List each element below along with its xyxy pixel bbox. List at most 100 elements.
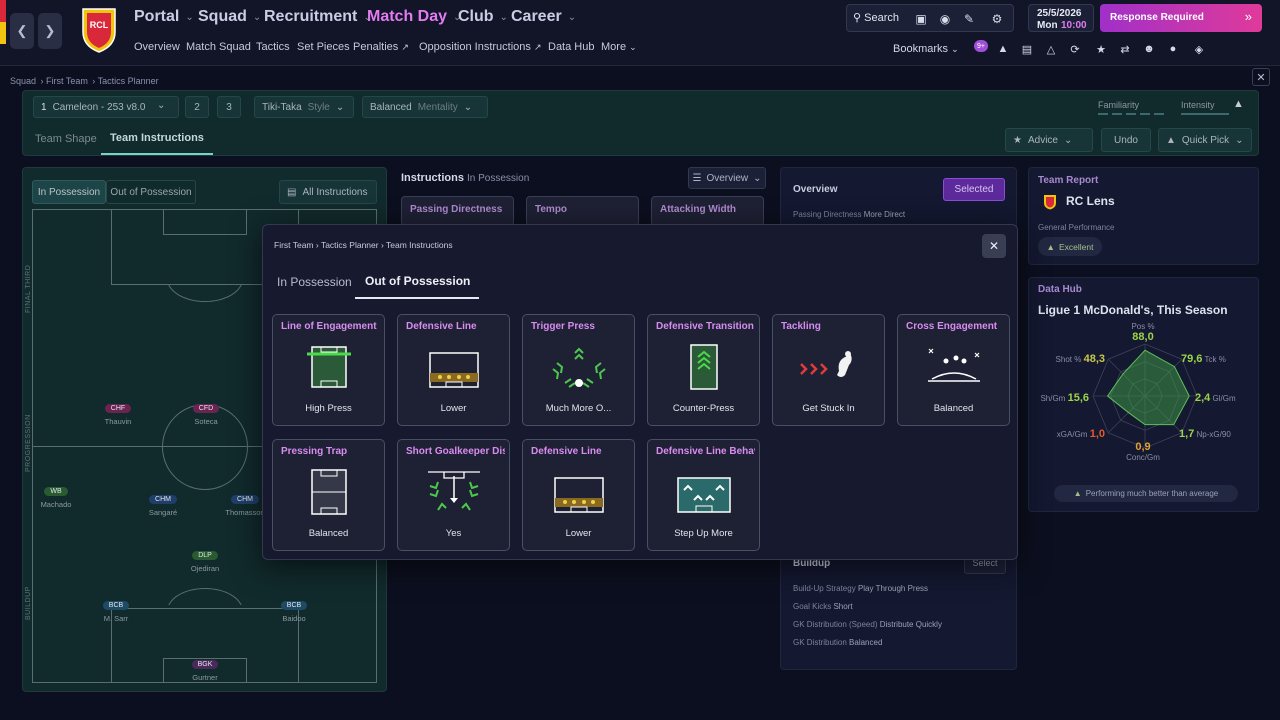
- goal-area-top: [163, 210, 247, 235]
- breadcrumb-item[interactable]: First Team: [274, 240, 314, 250]
- training-icon[interactable]: △: [1042, 40, 1060, 58]
- player-position: CHM: [231, 495, 259, 504]
- sublink-tactics[interactable]: Tactics: [256, 41, 290, 53]
- close-modal-button[interactable]: ✕: [982, 234, 1006, 258]
- sublink-penalties[interactable]: Penalties ↗: [353, 41, 409, 53]
- radar-metric: Sh/Gm 15,6: [1040, 392, 1089, 404]
- gear-icon[interactable]: ⚙: [985, 7, 1009, 31]
- advice-dropdown[interactable]: ★ Advice ⌄: [1005, 128, 1093, 152]
- tab-team-shape[interactable]: Team Shape: [35, 133, 97, 145]
- style-dropdown[interactable]: Tiki-Taka Style ⌄: [254, 96, 354, 118]
- card-defensive-line-behaviour[interactable]: Defensive Line Behaviour Step Up More: [647, 439, 760, 551]
- player-marker[interactable]: BCB Baidoo: [244, 594, 344, 623]
- forward-button[interactable]: ❯: [38, 13, 62, 49]
- date-display[interactable]: 25/5/2026 Mon 10:00: [1028, 4, 1094, 32]
- radar-metric: 2,4 Gl/Gm: [1195, 392, 1236, 404]
- sublink-more[interactable]: More ⌄: [601, 41, 637, 53]
- card-defensive-line-2[interactable]: Defensive Line Lower: [522, 439, 635, 551]
- menu-match-day[interactable]: Match Day ⌄: [367, 8, 461, 26]
- back-button[interactable]: ❮: [10, 13, 34, 49]
- card-defensive-line[interactable]: Defensive Line Lower: [397, 314, 510, 426]
- player-marker[interactable]: CHF Thauvin: [68, 397, 168, 426]
- response-required-button[interactable]: Response Required »: [1100, 4, 1262, 32]
- instruction-card-tempo[interactable]: Tempo: [526, 196, 639, 226]
- player-marker[interactable]: BCB M. Sarr: [66, 594, 166, 623]
- breadcrumb-item[interactable]: Tactics Planner: [98, 76, 159, 86]
- metric-value: 88,0: [1132, 331, 1154, 343]
- breadcrumb-item[interactable]: Tactics Planner: [321, 240, 379, 250]
- overview-dropdown[interactable]: ☰ Overview ⌄: [688, 167, 766, 189]
- star-icon: ★: [1013, 134, 1022, 146]
- inbox-icon[interactable]: ▣: [909, 7, 933, 31]
- refresh-icon[interactable]: ⟳: [1066, 40, 1084, 58]
- card-trigger-press[interactable]: Trigger Press Much More O...: [522, 314, 635, 426]
- search-button[interactable]: ⚲ Search: [853, 11, 899, 24]
- summary-text: Performing much better than average: [1085, 489, 1219, 498]
- familiarity-label[interactable]: Familiarity: [1098, 100, 1139, 110]
- notification-badge[interactable]: 9+: [974, 40, 988, 52]
- menu-label: Career: [511, 8, 562, 25]
- selected-button[interactable]: Selected: [943, 178, 1005, 201]
- sublink-set-pieces[interactable]: Set Pieces: [297, 41, 350, 53]
- bookmarks-dropdown[interactable]: Bookmarks ⌄: [893, 43, 959, 55]
- slot-3-button[interactable]: 3: [217, 96, 241, 118]
- tab-out-of-possession[interactable]: Out of Possession: [106, 180, 196, 204]
- radar-shape: [1106, 349, 1190, 426]
- tab-team-instructions[interactable]: Team Instructions: [101, 127, 213, 155]
- tab-in-possession[interactable]: In Possession: [32, 180, 106, 204]
- club-badge[interactable]: RCL: [80, 6, 118, 54]
- radar-metric: 1,7 Np-xG/90: [1179, 428, 1231, 440]
- breadcrumb-item[interactable]: First Team: [46, 76, 88, 86]
- scout-icon[interactable]: ◉: [933, 7, 957, 31]
- all-instructions-button[interactable]: ▤ All Instructions: [279, 180, 377, 204]
- quick-pick-dropdown[interactable]: ▲ Quick Pick ⌄: [1158, 128, 1252, 152]
- player-marker[interactable]: DLP Ojediran: [155, 544, 255, 573]
- breadcrumb-item[interactable]: Squad: [10, 76, 36, 86]
- sublink-match-squad[interactable]: Match Squad: [186, 41, 251, 53]
- intensity-label[interactable]: Intensity: [1181, 100, 1215, 110]
- card-pressing-trap[interactable]: Pressing Trap Balanced: [272, 439, 385, 551]
- menu-club[interactable]: Club ⌄: [458, 8, 508, 26]
- chevron-down-icon: ⌄: [629, 42, 637, 52]
- modal-tab-out-of-possession[interactable]: Out of Possession: [355, 269, 479, 299]
- close-page-button[interactable]: ✕: [1252, 68, 1270, 86]
- tab-label: Out of Possession: [365, 274, 471, 288]
- menu-squad[interactable]: Squad ⌄: [198, 8, 261, 26]
- modal-tab-in-possession[interactable]: In Possession: [277, 275, 352, 289]
- slot-2-button[interactable]: 2: [185, 96, 209, 118]
- player-marker[interactable]: WB Machado: [6, 480, 106, 509]
- player-marker[interactable]: CFD Soteca: [156, 397, 256, 426]
- card-value: Counter-Press: [672, 403, 735, 414]
- menu-recruitment[interactable]: Recruitment ⌄: [264, 8, 372, 26]
- external-link-icon: ↗: [401, 42, 409, 52]
- undo-button[interactable]: Undo: [1101, 128, 1151, 152]
- card-short-gk-distribution[interactable]: Short Goalkeeper Distribution Yes: [397, 439, 510, 551]
- edit-icon[interactable]: ✎: [957, 7, 981, 31]
- instruction-card-attacking-width[interactable]: Attacking Width: [651, 196, 764, 226]
- shirt-icon[interactable]: ▲: [994, 40, 1012, 58]
- sublink-opposition-instructions[interactable]: Opposition Instructions ↗: [419, 41, 542, 53]
- people-icon[interactable]: ●: [1164, 40, 1182, 58]
- transfer-icon[interactable]: ⇄: [1116, 40, 1134, 58]
- trophy-icon[interactable]: ★: [1092, 40, 1110, 58]
- team-name[interactable]: RC Lens: [1066, 194, 1115, 208]
- menu-portal[interactable]: Portal ⌄: [134, 8, 194, 26]
- sublink-data-hub[interactable]: Data Hub: [548, 41, 594, 53]
- menu-career[interactable]: Career ⌄: [511, 8, 576, 26]
- clipboard-icon[interactable]: ▤: [1018, 40, 1036, 58]
- instruction-card-passing-directness[interactable]: Passing Directness: [401, 196, 514, 226]
- sublink-label: Penalties: [353, 41, 399, 53]
- group-icon[interactable]: ◈: [1190, 40, 1208, 58]
- card-title: Cross Engagement: [906, 321, 998, 332]
- card-tackling[interactable]: Tackling Get Stuck In: [772, 314, 885, 426]
- mentality-dropdown[interactable]: Balanced Mentality ⌄: [362, 96, 488, 118]
- card-cross-engagement[interactable]: Cross Engagement Balanced: [897, 314, 1010, 426]
- card-defensive-transition[interactable]: Defensive Transition Counter-Press: [647, 314, 760, 426]
- staff-icon[interactable]: ☻: [1140, 40, 1158, 58]
- title-text: Instructions: [401, 172, 464, 184]
- player-name: Gurtner: [192, 673, 218, 682]
- sublink-overview[interactable]: Overview: [134, 41, 180, 53]
- team-report-title[interactable]: Team Report: [1038, 175, 1098, 186]
- card-line-of-engagement[interactable]: Line of Engagement High Press: [272, 314, 385, 426]
- player-marker[interactable]: BGK Gurtner: [155, 653, 255, 682]
